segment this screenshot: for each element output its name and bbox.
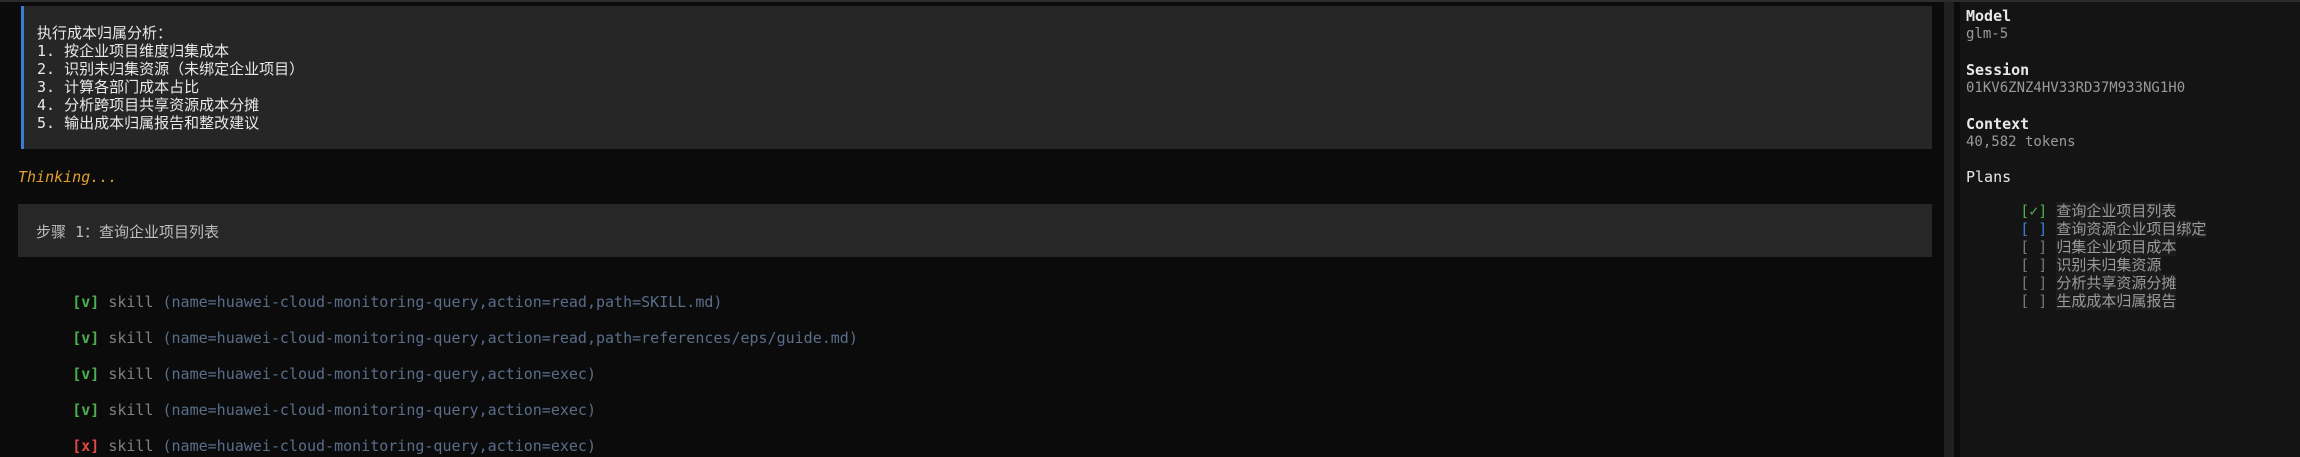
model-label: Model <box>1966 7 2012 25</box>
step-header-block: 步骤 1：查询企业项目列表 <box>18 204 1932 257</box>
unchecked-box-icon: [ ] <box>2020 292 2048 310</box>
task-step-2: 2. 识别未归集资源（未绑定企业项目） <box>37 60 305 78</box>
tool-args: (name=huawei-cloud-monitoring-query,acti… <box>162 437 596 455</box>
task-step-3: 3. 计算各部门成本占比 <box>37 78 200 96</box>
success-status-icon: [v] <box>72 401 100 419</box>
failure-status-icon: [x] <box>72 437 100 455</box>
task-step-1: 1. 按企业项目维度归集成本 <box>37 42 230 60</box>
session-value: 01KV6ZNZ4HV33RD37M933NG1H0 <box>1966 80 2186 96</box>
plan-item: [ ] 生成成本归属报告 <box>1966 274 2177 328</box>
step-title: 步骤 1：查询企业项目列表 <box>36 223 220 241</box>
tool-name: skill <box>108 401 154 419</box>
success-status-icon: [v] <box>72 329 100 347</box>
tool-call-row[interactable]: [x] skill (name=huawei-cloud-monitoring-… <box>18 419 596 457</box>
context-value: 40,582 tokens <box>1966 134 2076 150</box>
terminal-app: 执行成本归属分析： 1. 按企业项目维度归集成本 2. 识别未归集资源（未绑定企… <box>0 0 2300 457</box>
tool-name: skill <box>108 293 154 311</box>
plan-item-text: 生成成本归属报告 <box>2056 292 2177 310</box>
message-accent-bar <box>21 6 24 149</box>
tool-args: (name=huawei-cloud-monitoring-query,acti… <box>162 401 596 419</box>
tool-name: skill <box>108 437 154 455</box>
thinking-indicator: Thinking... <box>18 168 118 186</box>
model-value: glm-5 <box>1966 26 2009 42</box>
tool-args: (name=huawei-cloud-monitoring-query,acti… <box>162 365 596 383</box>
success-status-icon: [v] <box>72 293 100 311</box>
task-step-4: 4. 分析跨项目共享资源成本分摊 <box>37 96 260 114</box>
conversation-panel: 执行成本归属分析： 1. 按企业项目维度归集成本 2. 识别未归集资源（未绑定企… <box>0 2 1944 457</box>
info-sidebar: Model glm-5 Session 01KV6ZNZ4HV33RD37M93… <box>1960 2 2300 457</box>
session-label: Session <box>1966 61 2030 79</box>
task-step-5: 5. 输出成本归属报告和整改建议 <box>37 114 260 132</box>
tool-name: skill <box>108 329 154 347</box>
scrollbar-track[interactable] <box>1944 2 1954 457</box>
tool-args: (name=huawei-cloud-monitoring-query,acti… <box>162 293 723 311</box>
context-label: Context <box>1966 115 2030 133</box>
task-message-block: 执行成本归属分析： 1. 按企业项目维度归集成本 2. 识别未归集资源（未绑定企… <box>21 6 1932 149</box>
tool-name: skill <box>108 365 154 383</box>
success-status-icon: [v] <box>72 365 100 383</box>
task-heading: 执行成本归属分析： <box>37 24 173 42</box>
tool-args: (name=huawei-cloud-monitoring-query,acti… <box>162 329 858 347</box>
